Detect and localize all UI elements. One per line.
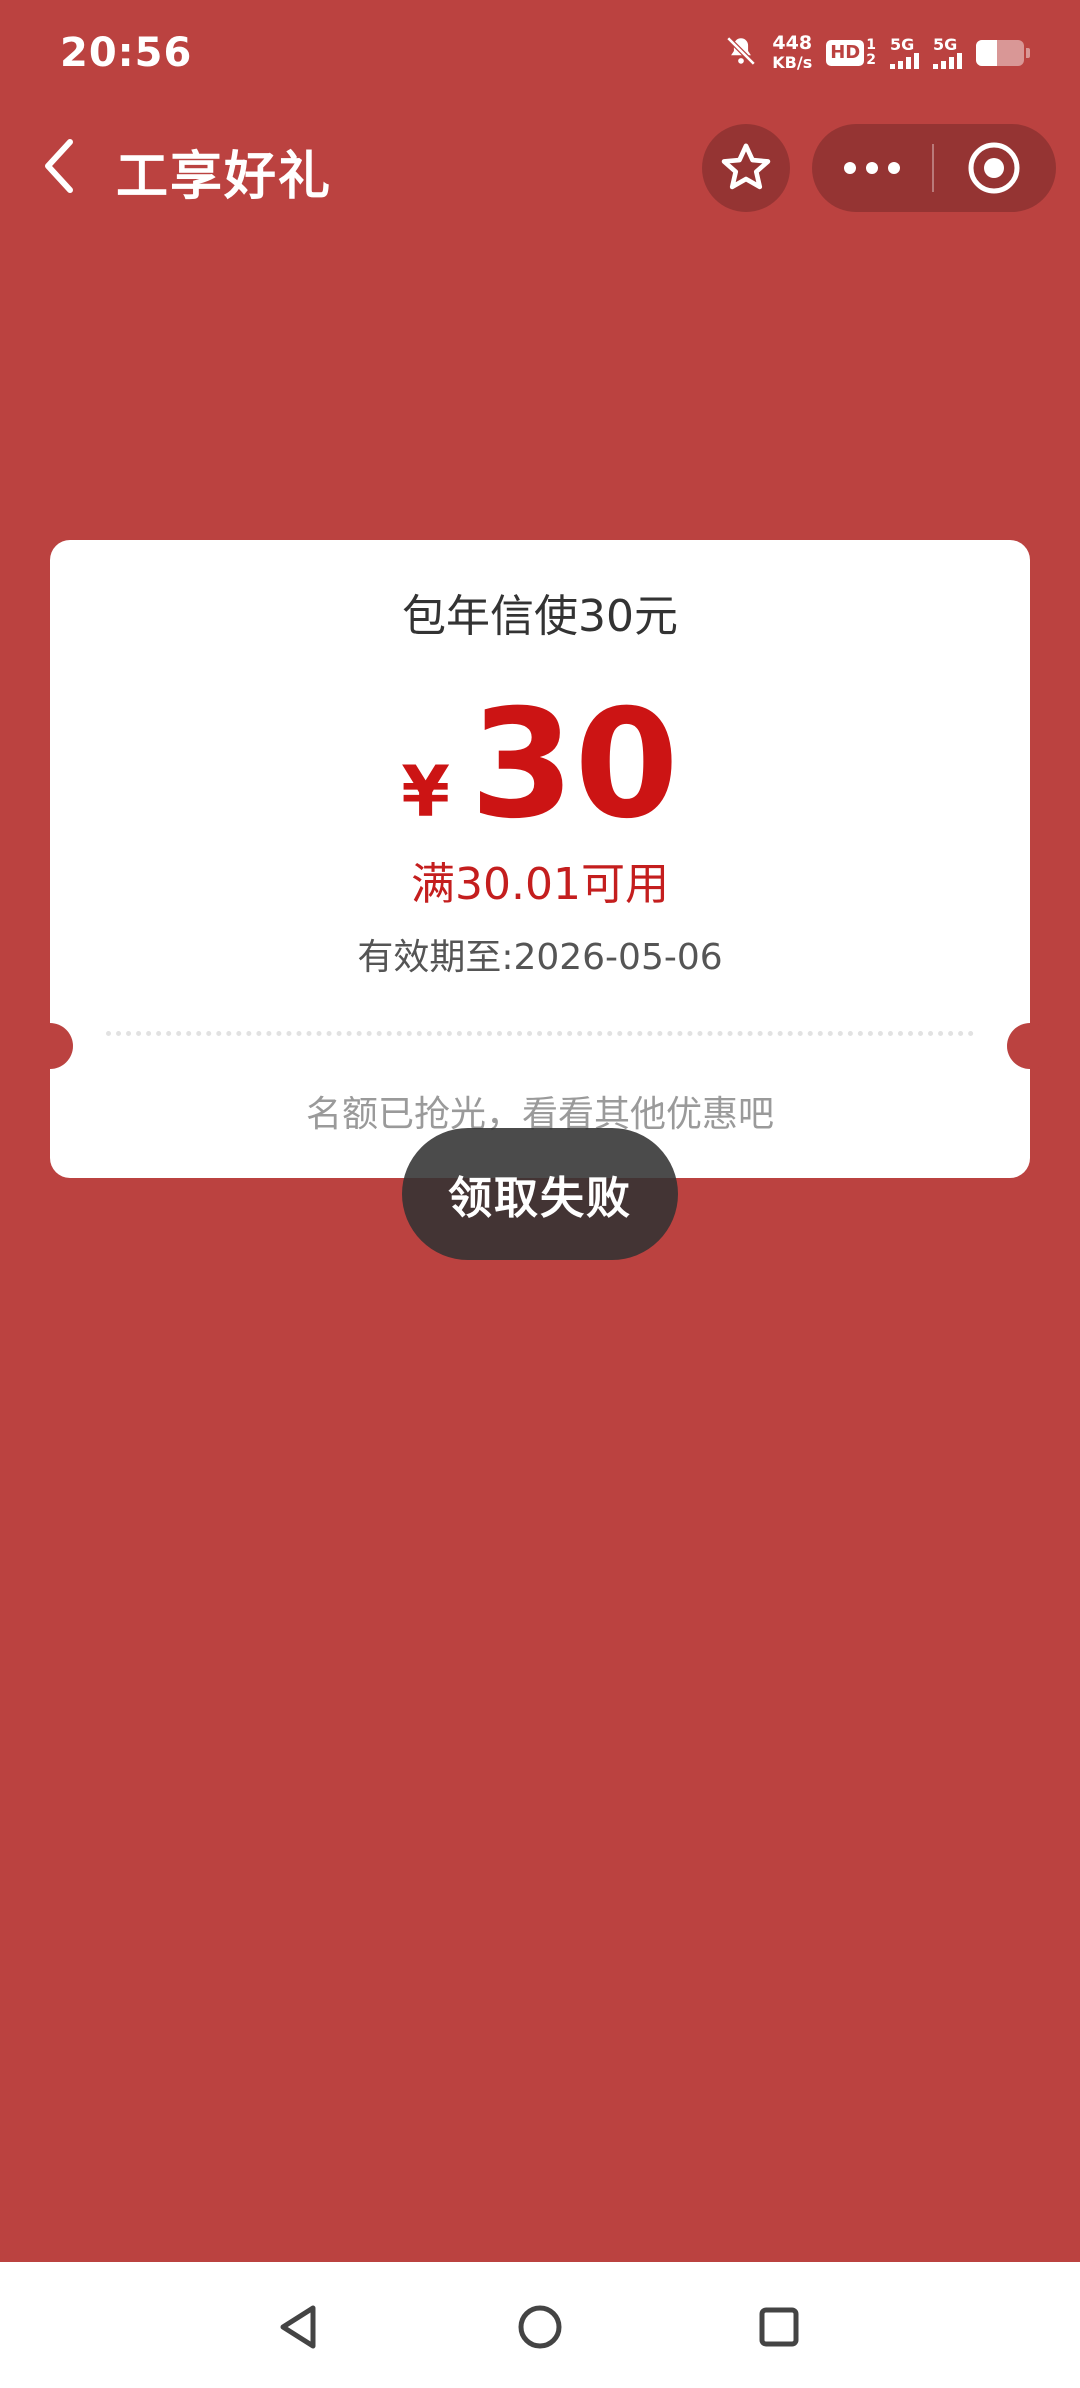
nav-recent-button[interactable] (734, 2282, 824, 2372)
status-bar: 20:56 448 KB/s HD 1 2 5G 5G (0, 0, 1080, 116)
net-speed-unit: KB/s (772, 53, 813, 72)
card-notch-right (1007, 1023, 1053, 1069)
currency-symbol: ¥ (401, 751, 450, 833)
hd-sub-1: 1 (866, 37, 876, 53)
star-icon (721, 143, 771, 190)
card-divider (106, 1031, 974, 1036)
close-target-icon (968, 142, 1020, 194)
coupon-card: 包年信使30元 ¥ 30 满30.01可用 有效期至:2026-05-06 名额… (27, 540, 1053, 1178)
hd-sub-2: 2 (866, 52, 876, 68)
nav-back-icon (280, 2305, 316, 2349)
hd-badge: HD 1 2 (826, 38, 876, 68)
sim1-signal: 5G (890, 37, 919, 69)
coupon-condition: 满30.01可用 (411, 859, 669, 910)
header-bar: 工享好礼 (0, 116, 1080, 218)
nav-home-icon (518, 2305, 562, 2349)
sim2-label: 5G (933, 35, 958, 54)
toast-message: 领取失败 (402, 1128, 678, 1260)
coupon-amount-row: ¥ 30 (50, 690, 1030, 840)
more-dots-icon (844, 162, 900, 174)
battery-icon (976, 40, 1030, 66)
mini-program-capsule (812, 124, 1056, 212)
close-button[interactable] (934, 124, 1054, 212)
more-button[interactable] (812, 124, 932, 212)
card-notch-left (27, 1023, 73, 1069)
system-nav-bar (0, 2262, 1080, 2388)
coupon-amount: 30 (469, 678, 679, 852)
mute-bell-icon (724, 34, 758, 72)
nav-back-button[interactable] (253, 2282, 343, 2372)
sim2-signal: 5G (933, 37, 962, 69)
nav-home-button[interactable] (495, 2282, 585, 2372)
status-time: 20:56 (60, 30, 193, 76)
favorite-button[interactable] (702, 124, 790, 212)
network-speed: 448 KB/s (772, 32, 813, 73)
sim1-label: 5G (890, 35, 915, 54)
net-speed-value: 448 (772, 32, 813, 54)
hd-label: HD (826, 40, 865, 66)
back-button[interactable] (30, 136, 90, 196)
nav-recent-icon (759, 2307, 799, 2347)
coupon-name: 包年信使30元 (402, 591, 678, 642)
signal-icon (890, 53, 919, 69)
status-icons: 448 KB/s HD 1 2 5G 5G (724, 32, 1030, 73)
page-title: 工享好礼 (116, 147, 333, 207)
signal-icon (933, 53, 962, 69)
coupon-expiry: 有效期至:2026-05-06 (357, 937, 723, 978)
back-arrow-icon (45, 139, 73, 193)
